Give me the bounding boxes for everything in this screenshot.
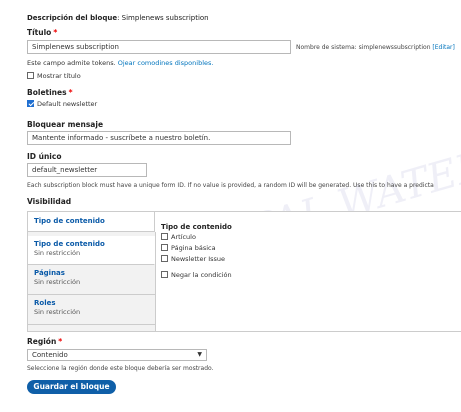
machine-name-edit-link[interactable]: [Editar] — [432, 44, 454, 51]
newsletter-option[interactable]: Default newsletter — [27, 100, 97, 108]
chevron-down-icon: ▼ — [197, 351, 202, 358]
visibility-header-tab[interactable]: Tipo de contenido — [28, 212, 155, 232]
show-title-option[interactable]: Mostrar título — [27, 72, 81, 80]
vtab-content-type[interactable]: Tipo de contenido Sin restricción — [28, 236, 155, 265]
unique-id-input[interactable]: default_newsletter — [27, 163, 147, 177]
unique-id-description: Each subscription block must have a uniq… — [27, 182, 434, 189]
region-description: Seleccione la región donde este bloque d… — [27, 365, 214, 372]
visibility-panel: Tipo de contenido Artículo Página básica… — [161, 223, 451, 279]
option-basic-page[interactable]: Página básica — [161, 244, 451, 252]
content-type-fieldset-label: Tipo de contenido — [161, 223, 232, 231]
newsletters-label: Boletines * — [27, 88, 73, 97]
block-message-label: Bloquear mensaje — [27, 120, 104, 129]
vtab-roles[interactable]: Roles Sin restricción — [28, 295, 155, 325]
show-title-checkbox[interactable] — [27, 72, 34, 79]
visibility-tabs: Tipo de contenido Sin restricción Página… — [27, 211, 461, 332]
article-checkbox[interactable] — [161, 233, 168, 240]
option-article[interactable]: Artículo — [161, 233, 451, 241]
browse-tokens-link[interactable]: Ojear comodines disponibles. — [118, 59, 214, 67]
negate-condition-option[interactable]: Negar la condición — [161, 271, 451, 279]
required-marker: * — [53, 28, 58, 37]
required-marker: * — [58, 337, 63, 346]
region-select[interactable]: Contenido ▼ — [27, 349, 207, 361]
newsletter-issue-checkbox[interactable] — [161, 255, 168, 262]
default-newsletter-checkbox[interactable] — [27, 100, 34, 107]
tokens-help: Este campo admite tokens. Ojear comodine… — [27, 59, 214, 67]
block-description-label: Descripción del bloque — [27, 14, 118, 22]
basic-page-checkbox[interactable] — [161, 244, 168, 251]
unique-id-label: ID único — [27, 152, 62, 161]
vertical-tabs-menu: Tipo de contenido Sin restricción Página… — [28, 232, 156, 331]
option-newsletter-issue[interactable]: Newsletter Issue — [161, 255, 451, 263]
region-label: Región * — [27, 337, 63, 346]
visibility-label: Visibilidad — [27, 197, 72, 206]
block-message-input[interactable]: Mantente informado - suscríbete a nuestr… — [27, 131, 291, 145]
machine-name: Nombre de sistema: simplenewssubscriptio… — [296, 44, 455, 51]
vtab-pages[interactable]: Páginas Sin restricción — [28, 265, 155, 295]
save-block-button[interactable]: Guardar el bloque — [27, 380, 116, 394]
title-label: Título * — [27, 28, 58, 37]
block-description-value: Simplenews subscription — [121, 14, 209, 22]
title-input[interactable]: Simplenews subscription — [27, 40, 291, 54]
required-marker: * — [68, 88, 73, 97]
negate-condition-checkbox[interactable] — [161, 271, 168, 278]
block-description: Descripción del bloque: Simplenews subsc… — [27, 14, 209, 22]
